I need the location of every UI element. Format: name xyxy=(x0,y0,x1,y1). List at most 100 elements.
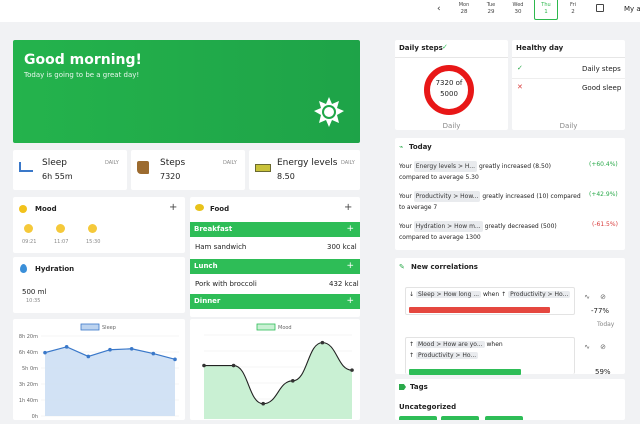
metric-card-energy[interactable]: Energy levels 8.50 DAILY xyxy=(249,150,360,190)
steps-footer: Daily xyxy=(442,122,461,130)
food-item-name: Ham sandwich xyxy=(195,243,247,251)
insight-delta: (+60.4%) xyxy=(589,161,618,168)
greeting-banner: Good morning! Today is going to be a gre… xyxy=(13,40,360,143)
y-tick-label: 3h 20m xyxy=(19,382,38,388)
data-point xyxy=(173,357,177,362)
calendar-day[interactable]: Fri 2 xyxy=(561,0,585,20)
correlation-bar xyxy=(409,369,521,375)
lunch-section[interactable]: Lunch + xyxy=(190,259,360,274)
battery-icon xyxy=(255,164,271,172)
insight-delta: (+42.9%) xyxy=(589,191,618,198)
tag-chip[interactable] xyxy=(441,416,479,420)
greeting-subtitle: Today is going to be a great day! xyxy=(24,71,140,79)
chart-icon[interactable]: ∿ xyxy=(582,292,592,302)
food-item-kcal: 300 kcal xyxy=(327,243,357,251)
hide-icon[interactable]: ⊘ xyxy=(598,292,608,302)
data-point xyxy=(86,354,91,359)
mood-chart-card: Mood xyxy=(190,319,360,420)
chevron-left-icon[interactable]: ‹ xyxy=(437,4,441,14)
healthy-day-title: Healthy day xyxy=(516,44,564,52)
data-point xyxy=(202,363,206,368)
y-tick-label: 5h 0m xyxy=(22,366,38,372)
insight-row[interactable]: Your Energy levels > H... greatly increa… xyxy=(399,161,621,183)
metric-value: 7320 xyxy=(160,172,181,181)
check-icon: ✓ xyxy=(517,64,523,72)
data-point xyxy=(320,340,325,345)
insight-row[interactable]: Your Hydration > How m... greatly decrea… xyxy=(399,221,621,243)
tags-title: Tags xyxy=(410,383,428,391)
tags-card: Tags Uncategorized xyxy=(395,379,625,420)
metric-badge: DAILY xyxy=(223,160,237,166)
calendar-day-selected[interactable]: Thu 1 xyxy=(534,0,558,20)
pulse-icon: ⌁ xyxy=(399,143,404,151)
sun-icon xyxy=(314,97,344,127)
hide-icon[interactable]: ⊘ xyxy=(598,342,608,352)
metric-card-steps[interactable]: Steps 7320 DAILY xyxy=(131,150,245,190)
data-point xyxy=(43,350,47,355)
correlation-item[interactable]: ↑ Mood > How are yo... when ↑ Productivi… xyxy=(405,337,575,375)
greeting-title: Good morning! xyxy=(24,52,142,68)
metric-label: Sleep xyxy=(42,158,68,168)
sad-face-icon[interactable] xyxy=(56,224,65,233)
add-breakfast-button[interactable]: + xyxy=(346,222,354,237)
metric-card-sleep[interactable]: Sleep 6h 55m DAILY xyxy=(13,150,127,190)
insight-row[interactable]: Your Productivity > How... greatly incre… xyxy=(399,191,621,213)
food-item-name: Pork with broccoli xyxy=(195,280,257,288)
mood-icon xyxy=(19,205,27,213)
mood-time: 11:07 xyxy=(54,239,69,245)
calendar-day[interactable]: Tue 29 xyxy=(479,0,503,20)
sleep-chart-card: Sleep 8h 20m 6h 40m 5h 0m 3h 20m 1h 40m … xyxy=(13,319,185,420)
top-bar: ‹ Mon 28 Tue 29 Wed 30 Thu 1 Fri 2 My a xyxy=(0,0,640,22)
mood-card: Mood + 09:21 11:07 15:30 xyxy=(13,197,185,253)
correlation-value: 59% xyxy=(595,368,611,376)
tag-group-label: Uncategorized xyxy=(399,403,457,411)
add-lunch-button[interactable]: + xyxy=(346,259,354,274)
add-mood-button[interactable]: + xyxy=(169,202,177,213)
add-dinner-button[interactable]: + xyxy=(346,294,354,309)
chart-icon[interactable]: ∿ xyxy=(582,342,592,352)
wand-icon: ✎ xyxy=(399,263,405,271)
metric-label: Steps xyxy=(160,158,186,168)
data-point xyxy=(261,401,265,406)
today-title: Today xyxy=(409,143,432,151)
hydration-time: 10:35 xyxy=(26,298,41,304)
tag-chip[interactable] xyxy=(485,416,523,420)
legend-label: Sleep xyxy=(102,325,116,331)
y-tick-label: 6h 40m xyxy=(19,350,38,356)
data-point xyxy=(231,363,236,368)
healthy-item-label: Daily steps xyxy=(582,65,621,73)
happy-face-icon[interactable] xyxy=(88,224,97,233)
sad-face-icon[interactable] xyxy=(24,224,33,233)
steps-card-title: Daily steps xyxy=(399,44,443,52)
data-point xyxy=(291,379,295,383)
correlation-item[interactable]: ↓ Sleep > How long ... when ↑ Productivi… xyxy=(405,287,575,315)
daily-steps-card: Daily steps ✓ 7320 of 5000 Daily xyxy=(395,40,508,130)
mood-chart: Mood xyxy=(202,323,354,419)
calendar-icon[interactable] xyxy=(596,4,604,12)
dinner-section[interactable]: Dinner + xyxy=(190,294,360,309)
metric-badge: DAILY xyxy=(341,160,355,166)
correlations-title: New correlations xyxy=(411,263,478,271)
data-point xyxy=(151,351,156,356)
metric-label: Energy levels xyxy=(277,158,338,168)
metric-badge: DAILY xyxy=(105,160,119,166)
mood-title: Mood xyxy=(35,205,57,213)
sleep-chart: Sleep 8h 20m 6h 40m 5h 0m 3h 20m 1h 40m … xyxy=(19,323,179,420)
legend-label: Mood xyxy=(278,325,292,331)
healthy-item-label: Good sleep xyxy=(582,84,622,92)
healthy-day-footer: Daily xyxy=(559,122,578,130)
tag-chip[interactable] xyxy=(399,416,437,420)
correlations-card: ✎ New correlations ↓ Sleep > How long ..… xyxy=(395,258,625,376)
steps-progress-text: 7320 of 5000 xyxy=(435,79,463,98)
data-point xyxy=(108,347,112,352)
data-point xyxy=(64,345,69,349)
insight-delta: (-61.5%) xyxy=(592,221,618,228)
calendar-day[interactable]: Wed 30 xyxy=(506,0,530,20)
y-tick-label: 8h 20m xyxy=(19,334,38,340)
breakfast-section[interactable]: Breakfast + xyxy=(190,222,360,237)
menu-label[interactable]: My a xyxy=(624,5,640,13)
metric-value: 8.50 xyxy=(277,172,295,181)
tag-icon xyxy=(399,384,406,390)
add-food-button[interactable]: + xyxy=(344,202,352,213)
calendar-day[interactable]: Mon 28 xyxy=(452,0,476,20)
